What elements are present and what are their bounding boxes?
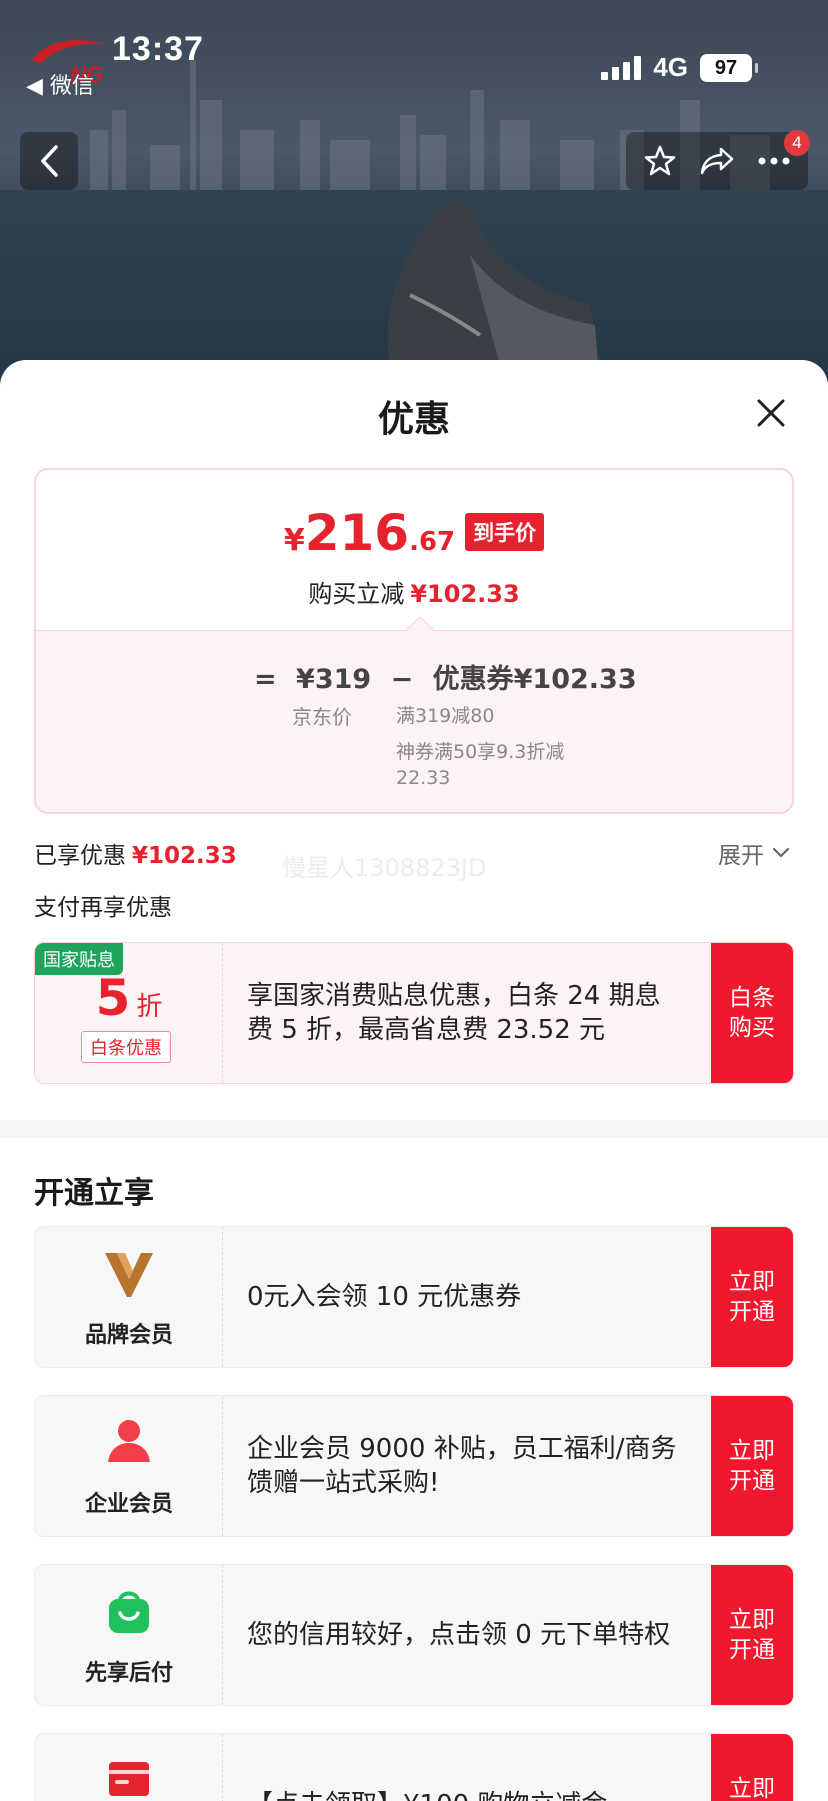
sheet-title: 优惠	[377, 399, 450, 440]
enjoyed-discount: 已享优惠 ¥102.33	[34, 836, 237, 870]
brand-v-icon	[35, 1249, 223, 1299]
discount-number: 5	[95, 969, 131, 1027]
coupon-total: 优惠券¥102.33	[432, 664, 637, 695]
pay-later-offer[interactable]: 先享后付 您的信用较好，点击领 0 元下单特权 立即开通	[34, 1564, 794, 1706]
member-left: 企业会员	[35, 1396, 223, 1536]
status-indicators: 4G 97	[601, 52, 758, 83]
member-left: 品牌会员	[35, 1227, 223, 1367]
status-time: 13:37	[112, 30, 204, 68]
gov-subsidy-offer[interactable]: 5折 白条优惠 国家贴息 享国家消费贴息优惠，白条 24 期息费 5 折，最高省…	[34, 942, 794, 1084]
shoe-image	[387, 199, 600, 365]
final-price-tag: 到手价	[465, 513, 545, 551]
cash-coupon-offer[interactable]: 【点击领取】¥100 购物立减金 立即	[34, 1733, 794, 1801]
open-now-button[interactable]: 立即开通	[711, 1565, 793, 1705]
back-to-wechat-link[interactable]: ◀ 微信	[26, 68, 94, 100]
price-integer: 216	[304, 504, 410, 562]
member-description: 【点击领取】¥100 购物立减金	[247, 1734, 677, 1801]
close-icon	[757, 399, 785, 427]
equals-sign: =	[254, 664, 277, 695]
member-label: 企业会员	[84, 1492, 173, 1517]
member-label: 先享后付	[84, 1661, 173, 1686]
open-now-button[interactable]: 立即开通	[711, 1227, 793, 1367]
jd-price: ¥319	[296, 664, 372, 695]
coupon-line: 神券满50享9.3折减22.33	[396, 741, 565, 789]
favorite-button[interactable]	[637, 138, 683, 184]
gov-subsidy-tag: 国家贴息	[35, 943, 123, 975]
notification-badge: 4	[784, 130, 810, 156]
open-now-button[interactable]: 立即	[711, 1734, 793, 1801]
reduction-amount: ¥102.33	[410, 580, 520, 608]
baitiao-tag: 白条优惠	[81, 1031, 171, 1063]
open-now-button[interactable]: 立即开通	[711, 1396, 793, 1536]
gov-offer-description: 享国家消费贴息优惠，白条 24 期息费 5 折，最高省息费 23.52 元	[247, 981, 661, 1045]
minus-sign: −	[390, 664, 414, 695]
share-button[interactable]	[694, 138, 740, 184]
section-divider	[0, 1120, 828, 1138]
price-formula-section: = ¥319 − 优惠券¥102.33 京东价 满319减80 神券满50享9.…	[36, 630, 792, 812]
more-dots-icon	[758, 157, 790, 165]
chevron-left-icon	[41, 145, 58, 177]
final-price-section: ¥216.67 到手价 购买立减 ¥102.33	[36, 470, 792, 630]
discount-value: 5折	[35, 969, 223, 1027]
card-icon	[35, 1756, 223, 1800]
discount-sheet: 优惠 ¥216.67 到手价 购买立减 ¥102.33 = ¥319 − 优惠券¥1…	[0, 360, 828, 1801]
member-description: 0元入会领 10 元优惠券	[247, 1282, 522, 1312]
final-price: ¥216.67 到手价	[36, 504, 792, 562]
member-description: 企业会员 9000 补贴，员工福利/商务馈赠一站式采购!	[247, 1434, 677, 1498]
pay-more-label: 支付再享优惠	[34, 895, 172, 921]
nav-actions	[626, 132, 808, 190]
shopping-bag-icon	[35, 1587, 223, 1635]
enjoyed-label: 已享优惠	[34, 843, 126, 869]
brand-member-offer[interactable]: 品牌会员 0元入会领 10 元优惠券 立即开通	[34, 1226, 794, 1368]
battery-icon: 97	[700, 53, 758, 82]
enterprise-member-offer[interactable]: 企业会员 企业会员 9000 补贴，员工福利/商务馈赠一站式采购! 立即开通	[34, 1395, 794, 1537]
price-decimal: .67	[409, 527, 456, 557]
signal-icon	[601, 55, 642, 80]
member-left: 先享后付	[35, 1565, 223, 1705]
reduction-label: 购买立减	[308, 580, 405, 608]
person-icon	[35, 1418, 223, 1464]
user-watermark: 慢星人1308823JD	[282, 854, 487, 882]
coupon-details: 满319减80 神券满50享9.3折减22.33	[396, 703, 596, 801]
price-formula: = ¥319 − 优惠券¥102.33	[254, 657, 647, 696]
enjoyed-amount: ¥102.33	[132, 843, 237, 869]
expand-label: 展开	[718, 843, 764, 869]
section-title: 开通立享	[34, 1176, 154, 1211]
expand-button[interactable]: 展开	[718, 836, 790, 870]
coupon-line: 满319减80	[396, 705, 495, 727]
purchase-reduction: 购买立减 ¥102.33	[36, 574, 792, 609]
baitiao-buy-button[interactable]: 白条购买	[711, 943, 793, 1083]
back-button[interactable]	[20, 132, 78, 190]
member-label: 品牌会员	[84, 1323, 173, 1348]
network-type: 4G	[653, 52, 688, 82]
close-button[interactable]	[748, 390, 794, 436]
jd-price-label: 京东价	[292, 705, 352, 729]
star-icon	[645, 145, 676, 176]
discount-unit: 折	[136, 992, 163, 1022]
currency-symbol: ¥	[283, 523, 305, 558]
chevron-down-icon	[772, 847, 790, 858]
member-description: 您的信用较好，点击领 0 元下单特权	[247, 1620, 671, 1650]
price-breakdown-card: ¥216.67 到手价 购买立减 ¥102.33 = ¥319 − 优惠券¥102.…	[34, 468, 794, 814]
member-left	[35, 1734, 223, 1801]
share-icon	[700, 147, 734, 175]
